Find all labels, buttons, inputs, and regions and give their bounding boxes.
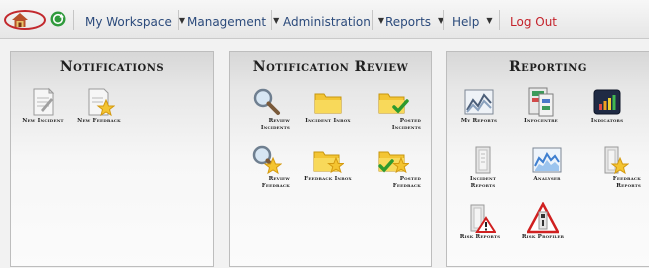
nav-my-workspace[interactable]: My Workspace ▼: [85, 15, 185, 29]
refresh-icon[interactable]: [50, 11, 66, 27]
nav-label: Help: [452, 15, 480, 29]
posted-incidents-icon: [378, 93, 409, 114]
nav-separator: [443, 10, 444, 30]
review-feedback-icon: [252, 145, 282, 175]
tile-label: Indicators: [590, 118, 624, 124]
tile-label: Analyser: [533, 176, 561, 182]
feedback-inbox-icon: [313, 151, 344, 174]
risk-reports-tile[interactable]: Risk Reports: [453, 202, 507, 241]
indicators-tile[interactable]: Indicators: [579, 86, 635, 125]
nav-reports[interactable]: Reports ▼: [385, 15, 444, 29]
tile-label: Reports: [616, 183, 641, 189]
tile-label: Risk Reports: [459, 234, 501, 240]
new-feedback-tile[interactable]: New Feedback: [73, 86, 125, 125]
tile-label: Review: [268, 176, 290, 182]
nav-management[interactable]: Management ▼: [187, 15, 279, 29]
tile-label: Review: [268, 118, 290, 124]
nav-help[interactable]: Help ▼: [452, 15, 493, 29]
notifications-panel: Notifications New Incident New Feedback: [10, 51, 214, 267]
tile-label: Posted: [399, 176, 421, 182]
my-reports-tile[interactable]: My Reports: [453, 86, 505, 125]
panel-title: Notifications: [59, 59, 165, 75]
risk-reports-icon: [470, 204, 496, 233]
caret-down-icon: ▼: [377, 16, 384, 25]
analyser-tile[interactable]: Analyser: [519, 144, 575, 183]
caret-down-icon: ▼: [486, 16, 493, 25]
tile-label: Feedback: [612, 176, 641, 182]
panel-title: Notification Review: [252, 59, 409, 75]
top-navigation-bar: My Workspace ▼ Management ▼ Administration…: [0, 0, 649, 39]
risk-profiler-tile[interactable]: Risk Profiler: [513, 202, 573, 241]
review-feedback-tile[interactable]: Review Feedback: [242, 144, 290, 190]
incident-inbox-tile[interactable]: Incident Inbox: [296, 86, 360, 125]
review-incidents-icon: [253, 88, 280, 115]
incident-inbox-icon: [314, 93, 342, 114]
tile-label: Incident: [469, 176, 497, 182]
nav-separator: [499, 10, 500, 30]
feedback-reports-tile[interactable]: Feedback Reports: [585, 144, 641, 190]
tile-label: My Reports: [460, 118, 498, 124]
reporting-panel: Reporting My Reports Infocentre Indicato…: [446, 51, 649, 267]
risk-profiler-icon: [527, 202, 559, 234]
nav-label: Administration: [283, 15, 371, 29]
logout-link[interactable]: Log Out: [510, 15, 557, 29]
posted-incidents-tile[interactable]: Posted Incidents: [365, 86, 421, 132]
incident-reports-icon: [475, 146, 491, 174]
nav-separator: [271, 10, 272, 30]
indicators-icon: [593, 89, 621, 115]
tile-label: New Feedback: [77, 118, 121, 124]
nav-administration[interactable]: Administration ▼: [283, 15, 384, 29]
tile-label: Incidents: [260, 125, 290, 131]
nav-label: Management: [187, 15, 267, 29]
analyser-icon: [532, 147, 562, 173]
nav-separator: [73, 10, 74, 30]
nav-separator: [178, 10, 179, 30]
incident-reports-tile[interactable]: Incident Reports: [457, 144, 509, 190]
tile-label: Feedback Inbox: [304, 176, 352, 182]
tile-label: Reports: [470, 183, 496, 189]
new-incident-icon: [33, 87, 55, 116]
tile-label: New Incident: [22, 118, 64, 124]
infocentre-tile[interactable]: Infocentre: [515, 86, 567, 125]
nav-label: My Workspace: [85, 15, 172, 29]
posted-feedback-tile[interactable]: Posted Feedback: [365, 144, 421, 190]
panel-title: Reporting: [509, 59, 587, 75]
tile-label: Incident Inbox: [305, 118, 351, 124]
feedback-inbox-tile[interactable]: Feedback Inbox: [296, 144, 360, 183]
tile-label: Incidents: [391, 125, 421, 131]
notification-review-panel: Notification Review Review Incidents Inc…: [229, 51, 432, 267]
new-feedback-icon: [88, 88, 115, 117]
new-incident-tile[interactable]: New Incident: [21, 86, 65, 125]
nav-separator: [372, 10, 373, 30]
caret-down-icon: ▼: [273, 16, 280, 25]
tile-label: Posted: [399, 118, 421, 124]
home-icon[interactable]: [12, 13, 28, 27]
feedback-reports-icon: [604, 146, 629, 175]
my-reports-icon: [464, 89, 494, 115]
nav-label: Reports: [385, 15, 432, 29]
infocentre-icon: [528, 87, 554, 117]
tile-label: Risk Profiler: [521, 234, 565, 240]
tile-label: Feedback: [261, 183, 290, 189]
review-incidents-tile[interactable]: Review Incidents: [242, 86, 290, 132]
tile-label: Infocentre: [524, 118, 558, 124]
tile-label: Feedback: [392, 183, 421, 189]
caret-down-icon: ▼: [178, 16, 186, 25]
posted-feedback-icon: [378, 151, 409, 174]
